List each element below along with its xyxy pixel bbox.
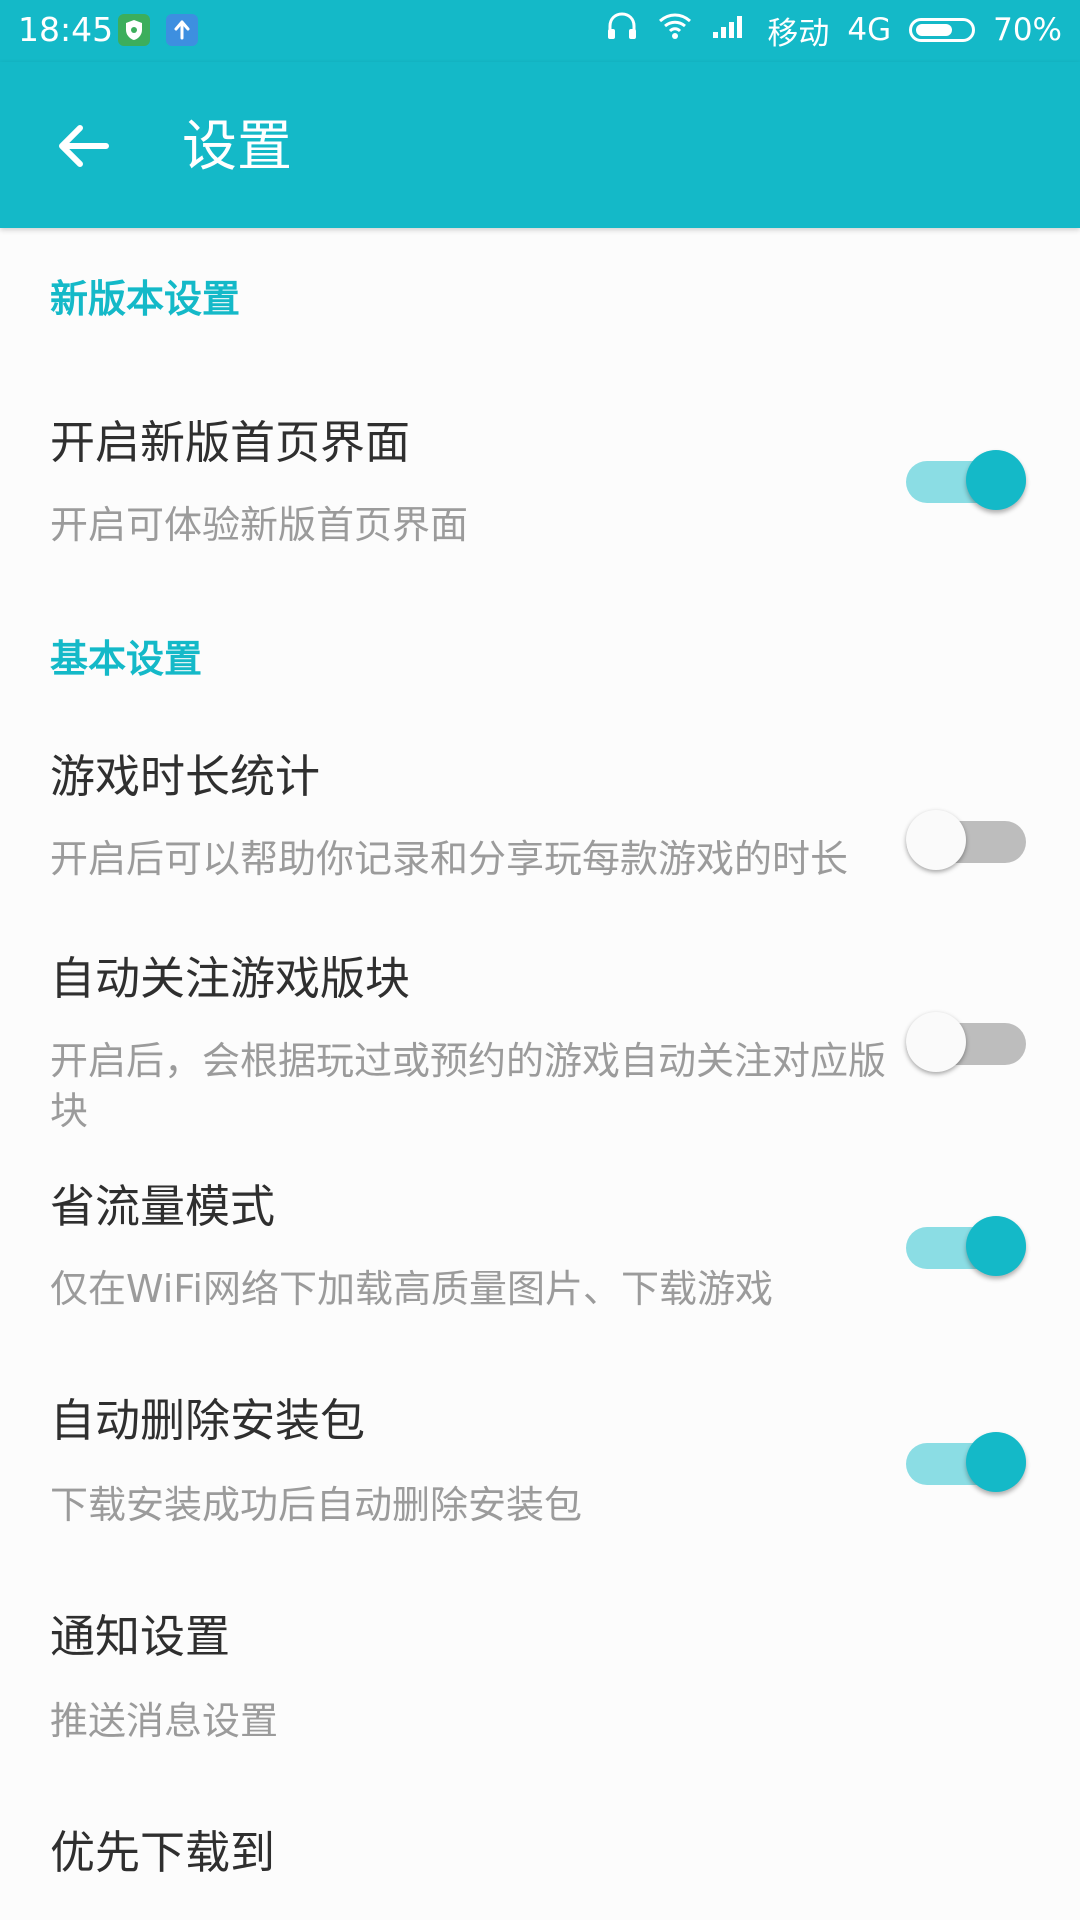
setting-description: 推送消息设置: [50, 1699, 279, 1743]
page-title: 设置: [182, 114, 293, 178]
shield-notification-icon: [118, 14, 150, 46]
status-right-group: 移动 4G 70%: [605, 9, 1062, 52]
signal-icon: [711, 12, 749, 48]
setting-title: 通知设置: [50, 1610, 231, 1663]
setting-description: 开启后，会根据玩过或预约的游戏自动关注对应版块: [50, 1039, 887, 1133]
section-header-basic: 基本设置: [50, 637, 203, 681]
setting-description: 开启可体验新版首页界面: [50, 503, 469, 547]
headphones-icon: [605, 9, 639, 51]
setting-description: 仅在WiFi网络下加载高质量图片、下载游戏: [50, 1267, 773, 1311]
network-type-label: 4G: [847, 12, 892, 48]
toggle-switch[interactable]: [906, 1216, 1026, 1280]
setting-title: 游戏时长统计: [50, 750, 321, 803]
battery-fill: [916, 24, 953, 36]
back-button[interactable]: [44, 106, 124, 186]
toggle-switch[interactable]: [906, 1432, 1026, 1496]
section-header-new-version: 新版本设置: [50, 277, 241, 321]
toggle-knob: [906, 1012, 966, 1072]
wifi-icon: [657, 11, 693, 49]
toggle-switch[interactable]: [906, 810, 1026, 874]
toggle-knob: [966, 1216, 1026, 1276]
setting-title: 开启新版首页界面: [50, 416, 411, 469]
setting-description: 开启后可以帮助你记录和分享玩每款游戏的时长: [50, 837, 849, 881]
toggle-switch[interactable]: [906, 1012, 1026, 1076]
arrow-back-icon: [59, 125, 109, 167]
setting-title: 省流量模式: [50, 1180, 276, 1233]
carrier-label: 移动: [767, 15, 830, 52]
toggle-knob: [906, 810, 966, 870]
battery-icon: [909, 18, 976, 42]
app-bar: 设置: [0, 62, 1080, 228]
battery-percent: 70%: [993, 12, 1062, 48]
status-time: 18:45: [18, 10, 114, 49]
setting-description: 下载安装成功后自动删除安装包: [50, 1483, 583, 1527]
toggle-knob: [966, 1432, 1026, 1492]
setting-title: 优先下载到: [50, 1826, 276, 1879]
setting-title: 自动删除安装包: [50, 1394, 366, 1447]
toggle-switch[interactable]: [906, 450, 1026, 514]
toggle-knob: [966, 450, 1026, 510]
upload-notification-icon: [166, 14, 198, 46]
status-bar: 18:45 移动 4G 70%: [0, 0, 1080, 62]
setting-title: 自动关注游戏版块: [50, 952, 411, 1005]
